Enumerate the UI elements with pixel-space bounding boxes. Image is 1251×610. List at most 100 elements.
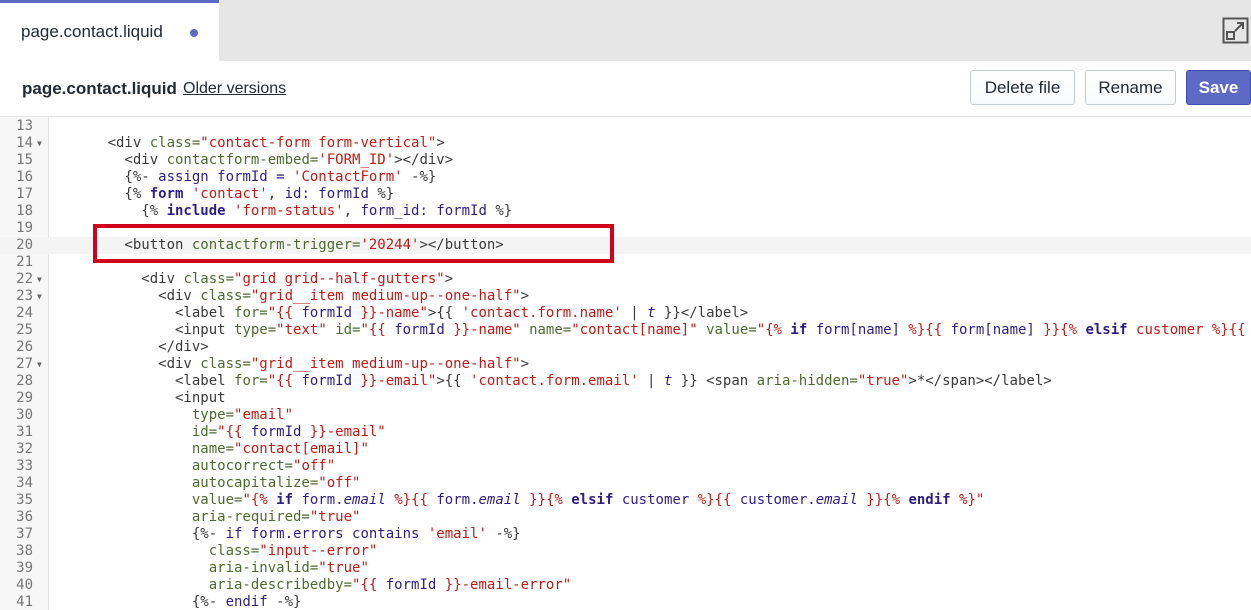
line-number: 23: [16, 288, 33, 304]
code-line[interactable]: 40 aria-describedby="{{ formId }}-email-…: [0, 577, 1251, 594]
code-line[interactable]: 28 <label for="{{ formId }}-email">{{ 'c…: [0, 373, 1251, 390]
code-line[interactable]: 26 </div>: [0, 339, 1251, 356]
code-text: {% include 'form-status', form_id: formI…: [57, 203, 512, 220]
code-line[interactable]: 34 autocapitalize="off": [0, 475, 1251, 492]
code-token: "email": [234, 407, 294, 423]
code-token: "grid__item medium-up--one-half": [250, 356, 521, 372]
code-token: -%}: [402, 169, 437, 185]
file-title: page.contact.liquid: [22, 79, 177, 98]
line-number: 28: [16, 373, 33, 389]
fold-arrow-icon[interactable]: ▼: [37, 135, 42, 152]
code-line[interactable]: 41 {%- endif -%}: [0, 594, 1251, 610]
code-line[interactable]: 35 value="{% if form.email %}{{ form.ema…: [0, 492, 1251, 509]
code-text: {%- assign formId = 'ContactForm' -%}: [57, 169, 436, 186]
code-token: {%: [57, 203, 167, 219]
code-line[interactable]: 25 <input type="text" id="{{ formId }}-n…: [0, 322, 1251, 339]
line-number: 18: [16, 203, 33, 219]
code-text: type="email": [57, 407, 293, 424]
code-token: 'ContactForm': [293, 169, 403, 185]
rename-button[interactable]: Rename: [1085, 70, 1176, 105]
code-line[interactable]: 15 <div contactform-embed='FORM_ID'></di…: [0, 152, 1251, 169]
code-token: <label: [57, 373, 235, 389]
code-token: formId: [394, 322, 445, 338]
code-token: aria-invalid=: [208, 560, 319, 576]
code-token: customer: [621, 492, 690, 508]
code-token: name=: [191, 441, 235, 457]
highlight-annotation-box: [93, 224, 614, 263]
code-token: aria-hidden=: [756, 373, 858, 389]
line-number: 17: [16, 186, 33, 202]
older-versions-link[interactable]: Older versions: [183, 80, 286, 98]
code-token: formId: [301, 373, 353, 389]
expand-icon[interactable]: [1222, 17, 1249, 44]
code-token: }}-email": [301, 424, 386, 440]
code-line[interactable]: 14 ▼ <div class="contact-form form-vertic…: [0, 135, 1251, 152]
code-token: }}{%: [1034, 322, 1086, 338]
code-token: form_id: formId: [360, 203, 487, 219]
code-line[interactable]: 30 type="email": [0, 407, 1251, 424]
code-text: <div contactform-embed='FORM_ID'></div>: [57, 152, 453, 169]
code-line[interactable]: 38 class="input--error": [0, 543, 1251, 560]
code-token: {%-: [57, 526, 226, 542]
code-line[interactable]: 16 {%- assign formId = 'ContactForm' -%}: [0, 169, 1251, 186]
code-line[interactable]: 29 <input: [0, 390, 1251, 407]
line-number: 37: [16, 526, 33, 542]
code-token: for=: [234, 373, 268, 389]
code-line[interactable]: 37 {%- if form.errors contains 'email' -…: [0, 526, 1251, 543]
code-token: ,: [267, 186, 285, 202]
code-text: <input: [57, 390, 226, 407]
code-token: ,: [343, 203, 361, 219]
code-token: |: [621, 305, 648, 321]
code-token: "input--error": [259, 543, 378, 559]
code-token: >: [520, 288, 530, 304]
code-line[interactable]: 17 {% form 'contact', id: formId %}: [0, 186, 1251, 203]
code-token: 'contact.form.name': [461, 305, 622, 321]
code-line[interactable]: 13: [0, 118, 1251, 135]
code-line[interactable]: 23 ▼ <div class="grid__item medium-up--on…: [0, 288, 1251, 305]
code-line[interactable]: 39 aria-invalid="true": [0, 560, 1251, 577]
line-number: 20: [16, 237, 33, 253]
line-number: 16: [16, 169, 33, 185]
code-line[interactable]: 27 ▼ <div class="grid__item medium-up--on…: [0, 356, 1251, 373]
code-token: >: [444, 271, 454, 287]
code-token: aria-required=: [191, 509, 310, 525]
fold-arrow-icon[interactable]: ▼: [37, 356, 42, 373]
file-tab[interactable]: page.contact.liquid: [0, 0, 219, 61]
code-token: endif: [225, 594, 268, 610]
code-line[interactable]: 36 aria-required="true": [0, 509, 1251, 526]
code-editor[interactable]: 13 14 ▼ <div class="contact-form form-vert…: [0, 117, 1251, 610]
code-token: form[name]: [950, 322, 1035, 338]
code-line[interactable]: 33 autocorrect="off": [0, 458, 1251, 475]
code-text: {%- if form.errors contains 'email' -%}: [57, 526, 521, 543]
code-token: "text": [276, 322, 327, 338]
line-number: 14: [16, 135, 33, 151]
code-token: "true": [857, 373, 909, 389]
delete-file-button[interactable]: Delete file: [970, 70, 1075, 105]
code-token: autocorrect=: [191, 458, 294, 474]
code-token: %}: [486, 203, 513, 219]
code-line[interactable]: 32 name="contact[email]": [0, 441, 1251, 458]
code-line[interactable]: 22 ▼ <div class="grid grid--half-gutters"…: [0, 271, 1251, 288]
code-token: <input: [57, 390, 226, 406]
code-line[interactable]: 31 id="{{ formId }}-email": [0, 424, 1251, 441]
code-token: <div: [57, 271, 184, 287]
code-text: aria-invalid="true": [57, 560, 369, 577]
save-button[interactable]: Save: [1186, 70, 1251, 105]
code-line[interactable]: 18 {% include 'form-status', form_id: fo…: [0, 203, 1251, 220]
code-token: email: [815, 492, 858, 508]
code-token: {%-: [57, 169, 159, 185]
code-token: email: [343, 492, 386, 508]
code-token: </div>: [57, 339, 209, 355]
fold-arrow-icon[interactable]: ▼: [37, 271, 42, 288]
code-token: for=: [234, 305, 268, 321]
code-text: aria-required="true": [57, 509, 361, 526]
code-token: %}{{: [385, 492, 437, 508]
fold-arrow-icon[interactable]: ▼: [37, 288, 42, 305]
code-line[interactable]: 24 <label for="{{ formId }}-name">{{ 'co…: [0, 305, 1251, 322]
